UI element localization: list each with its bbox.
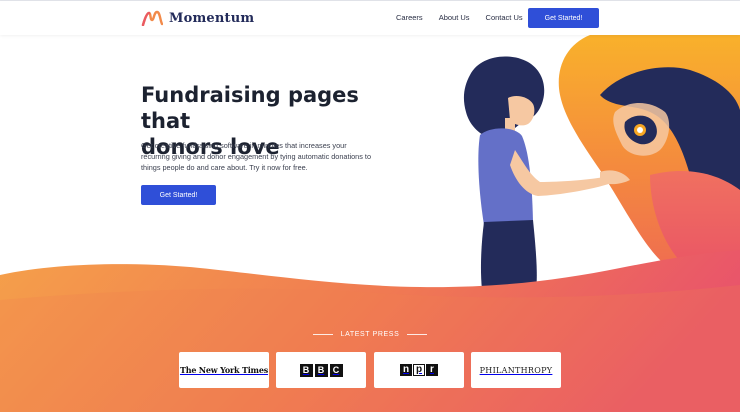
momentum-logo-icon (141, 10, 163, 26)
get-started-button-hero[interactable]: Get Started! (141, 185, 216, 205)
press-logo-npr[interactable]: n p r (374, 352, 464, 388)
npr-wordmark: n p r (400, 364, 438, 376)
nav-about-us[interactable]: About Us (439, 13, 470, 22)
nyt-wordmark: The New York Times (179, 365, 269, 375)
press-label: LATEST PRESS (340, 331, 400, 338)
philanthropy-wordmark: PHILANTHROPY (479, 365, 553, 375)
get-started-button-header[interactable]: Get Started! (528, 8, 599, 28)
bbc-letter: C (329, 363, 343, 377)
hero-title-line1: Fundraising pages that (141, 83, 359, 133)
bbc-letter: B (314, 363, 328, 377)
press-logo-philanthropy[interactable]: PHILANTHROPY (471, 352, 561, 388)
brand-name: Momentum (169, 10, 255, 26)
nav-contact-us[interactable]: Contact Us (486, 13, 523, 22)
bbc-letter: B (299, 363, 313, 377)
main-nav: Careers About Us Contact Us (396, 13, 539, 22)
nav-careers[interactable]: Careers (396, 13, 423, 22)
npr-letter: n (400, 364, 412, 376)
press-divider-right (407, 334, 427, 335)
bbc-wordmark: B B C (299, 363, 343, 377)
press-logo-bbc[interactable]: B B C (276, 352, 366, 388)
hero-description: Get creative fundraising software in min… (141, 141, 371, 172)
npr-letter: r (426, 364, 438, 376)
press-logo-nyt[interactable]: The New York Times (179, 352, 269, 388)
brand-logo[interactable]: Momentum (141, 10, 254, 26)
npr-letter: p (413, 364, 425, 376)
top-navbar: Momentum Careers About Us Contact Us Get… (0, 1, 740, 35)
